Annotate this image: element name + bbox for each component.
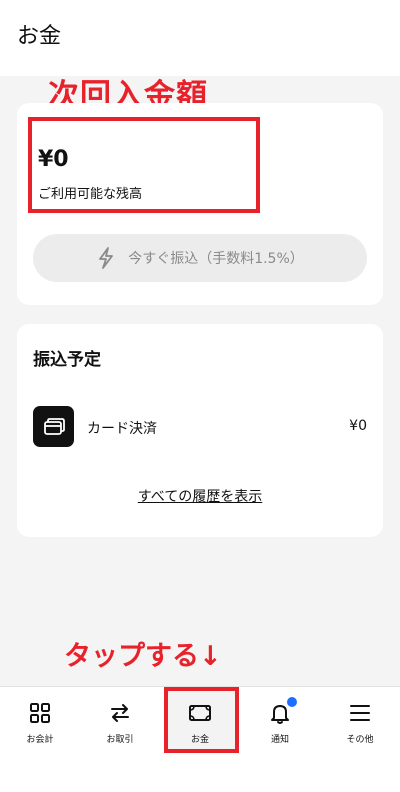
tab-transactions[interactable]: お取引 (80, 687, 160, 751)
app-screen: お金 次回入金額 ¥0 ご利用可能な残高 今すぐ振込（手数料1.5%） 振込予定… (0, 0, 400, 792)
annotation-tap-hint: タップする↓ (64, 641, 222, 672)
section-title: 振込予定 (33, 350, 101, 370)
bottom-tab-bar: お会計 お取引 お金 通知 その他 (0, 686, 400, 792)
notification-badge (287, 697, 297, 707)
tab-label: お金 (190, 735, 209, 745)
balance-card: ¥0 ご利用可能な残高 今すぐ振込（手数料1.5%） (17, 103, 383, 305)
instant-transfer-button[interactable]: 今すぐ振込（手数料1.5%） (33, 234, 367, 282)
money-icon (188, 701, 212, 725)
header: お金 (0, 0, 400, 76)
view-all-history-link[interactable]: すべての履歴を表示 (17, 486, 383, 506)
instant-transfer-label: 今すぐ振込（手数料1.5%） (128, 251, 304, 267)
card-icon (33, 406, 74, 447)
tab-label: お会計 (26, 735, 54, 745)
tab-checkout[interactable]: お会計 (0, 687, 80, 751)
balance-amount: ¥0 (38, 147, 69, 172)
balance-label: ご利用可能な残高 (38, 187, 143, 202)
tab-label: その他 (346, 735, 374, 745)
tab-notifications[interactable]: 通知 (240, 687, 320, 751)
list-item[interactable]: カード決済 ¥0 (33, 406, 367, 450)
menu-icon (348, 701, 372, 725)
bell-icon (268, 697, 297, 725)
tab-more[interactable]: その他 (320, 687, 400, 751)
lightning-icon (99, 247, 114, 269)
swap-icon (108, 701, 132, 725)
list-item-label: カード決済 (87, 421, 157, 437)
tab-label: 通知 (270, 735, 289, 745)
page-title: お金 (17, 24, 62, 49)
transfer-schedule-card: 振込予定 カード決済 ¥0 すべての履歴を表示 (17, 324, 383, 537)
tab-label: お取引 (106, 735, 134, 745)
annotation-highlight-box: ¥0 ご利用可能な残高 (28, 117, 260, 213)
tab-money[interactable]: お金 (160, 687, 240, 751)
grid-icon (28, 701, 52, 725)
list-item-amount: ¥0 (349, 418, 367, 434)
